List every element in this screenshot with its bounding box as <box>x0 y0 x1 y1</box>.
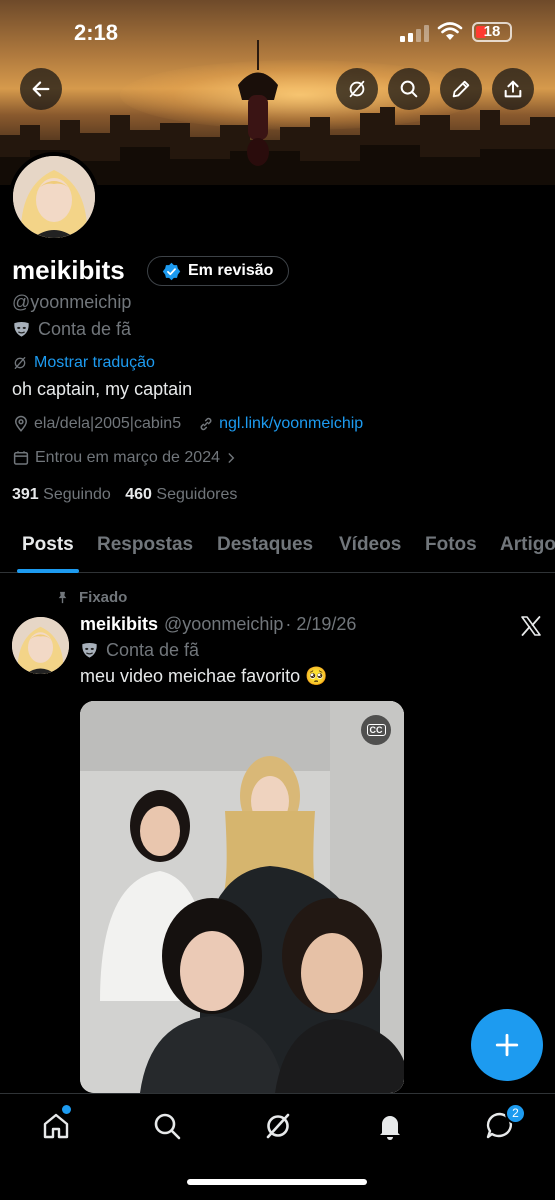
pencil-icon <box>452 80 470 98</box>
share-button[interactable] <box>492 68 534 110</box>
verified-check-icon <box>162 262 181 280</box>
edit-button[interactable] <box>440 68 482 110</box>
battery-icon: 18 <box>472 22 512 42</box>
grok-icon <box>266 1113 290 1139</box>
plus-icon <box>495 1033 519 1057</box>
battery-level: 18 <box>483 23 501 40</box>
home-indicator <box>187 1179 367 1185</box>
post-date: · 2/19/26 <box>285 614 357 634</box>
show-translation-link[interactable]: Mostrar tradução <box>12 354 155 372</box>
profile-tabs: Posts Respostas Destaques Vídeos Fotos A… <box>0 520 555 573</box>
nav-grok[interactable] <box>262 1110 294 1142</box>
nav-notifications[interactable] <box>374 1110 406 1142</box>
tab-articles[interactable]: Artigo <box>500 534 555 556</box>
cellular-signal-icon <box>400 24 429 42</box>
tab-highlights[interactable]: Destaques <box>217 534 313 556</box>
post-author-avatar[interactable] <box>12 617 69 674</box>
tab-photos[interactable]: Fotos <box>425 534 477 556</box>
profile-bio: oh captain, my captain <box>12 379 193 399</box>
profile-meta-row: ela/dela|2005|cabin5 ngl.link/yoonmeichi… <box>12 415 363 433</box>
pin-icon <box>58 591 67 604</box>
cc-icon: CC <box>366 724 386 736</box>
tab-posts[interactable]: Posts <box>22 534 74 556</box>
grok-icon <box>14 357 26 369</box>
post-text: meu video meichae favorito 🥺 <box>80 666 328 686</box>
search-icon <box>154 1113 181 1140</box>
search-icon <box>400 80 418 98</box>
profile-name: meikibits <box>12 255 125 285</box>
post-author-name[interactable]: meikibits <box>80 614 158 635</box>
status-bar: 2:18 18 <box>0 0 555 66</box>
x-logo-icon[interactable] <box>519 614 543 638</box>
post-video[interactable]: CC <box>80 701 404 1093</box>
calendar-icon <box>13 451 29 465</box>
active-tab-indicator <box>17 569 79 573</box>
profile-avatar[interactable] <box>9 152 99 242</box>
status-time: 2:18 <box>74 20 119 45</box>
link-icon <box>200 417 212 431</box>
bottom-navigation: 2 <box>0 1093 555 1200</box>
profile-handle: @yoonmeichip <box>12 292 132 312</box>
post-fan-text: Conta de fã <box>106 640 200 660</box>
nav-home[interactable] <box>40 1110 72 1142</box>
home-notification-dot <box>62 1105 71 1114</box>
show-translation-text: Mostrar tradução <box>34 354 155 371</box>
fan-account-label: Conta de fã <box>12 319 131 340</box>
following-label: Seguindo <box>43 486 111 503</box>
post-fan-account-label: Conta de fã <box>80 640 199 661</box>
search-button[interactable] <box>388 68 430 110</box>
fan-account-text: Conta de fã <box>38 319 132 339</box>
avatar-image <box>13 156 95 238</box>
pinned-text: Fixado <box>79 589 128 606</box>
following-link[interactable]: 391 Seguindo <box>12 486 111 503</box>
verification-badge-pill[interactable]: Em revisão <box>147 256 290 286</box>
followers-link[interactable]: 460 Seguidores <box>125 486 237 503</box>
nav-search[interactable] <box>151 1110 183 1142</box>
video-thumbnail <box>80 701 404 1093</box>
following-count: 391 <box>12 486 39 503</box>
wifi-icon <box>437 22 463 40</box>
followers-count: 460 <box>125 486 152 503</box>
back-button[interactable] <box>20 68 62 110</box>
post-avatar-image <box>12 617 69 674</box>
tab-replies[interactable]: Respostas <box>97 534 193 556</box>
home-icon <box>43 1113 69 1139</box>
compose-post-button[interactable] <box>471 1009 543 1081</box>
share-icon <box>504 80 522 98</box>
closed-captions-button[interactable]: CC <box>361 715 391 745</box>
post-header: meikibits @yoonmeichip · 2/19/26 <box>80 614 356 635</box>
chevron-right-icon <box>228 453 235 463</box>
arrow-left-icon <box>32 81 50 97</box>
followers-label: Seguidores <box>156 486 238 503</box>
joined-date-text: Entrou em março de 2024 <box>35 449 220 466</box>
location-pin-icon <box>14 415 28 432</box>
profile-website-link[interactable]: ngl.link/yoonmeichip <box>219 415 363 433</box>
messages-badge: 2 <box>505 1103 526 1124</box>
badge-label: Em revisão <box>188 262 274 279</box>
follow-counts: 391 Seguindo 460 Seguidores <box>12 486 237 504</box>
theater-mask-icon <box>82 642 97 658</box>
joined-date[interactable]: Entrou em março de 2024 <box>12 449 243 467</box>
grok-button[interactable] <box>336 68 378 110</box>
bell-icon <box>380 1116 400 1140</box>
post-author-handle[interactable]: @yoonmeichip <box>164 614 283 635</box>
theater-mask-icon <box>14 321 29 337</box>
profile-location: ela/dela|2005|cabin5 <box>34 415 182 432</box>
grok-icon <box>349 80 365 98</box>
pinned-label: Fixado <box>55 589 127 606</box>
tab-videos[interactable]: Vídeos <box>339 534 401 556</box>
